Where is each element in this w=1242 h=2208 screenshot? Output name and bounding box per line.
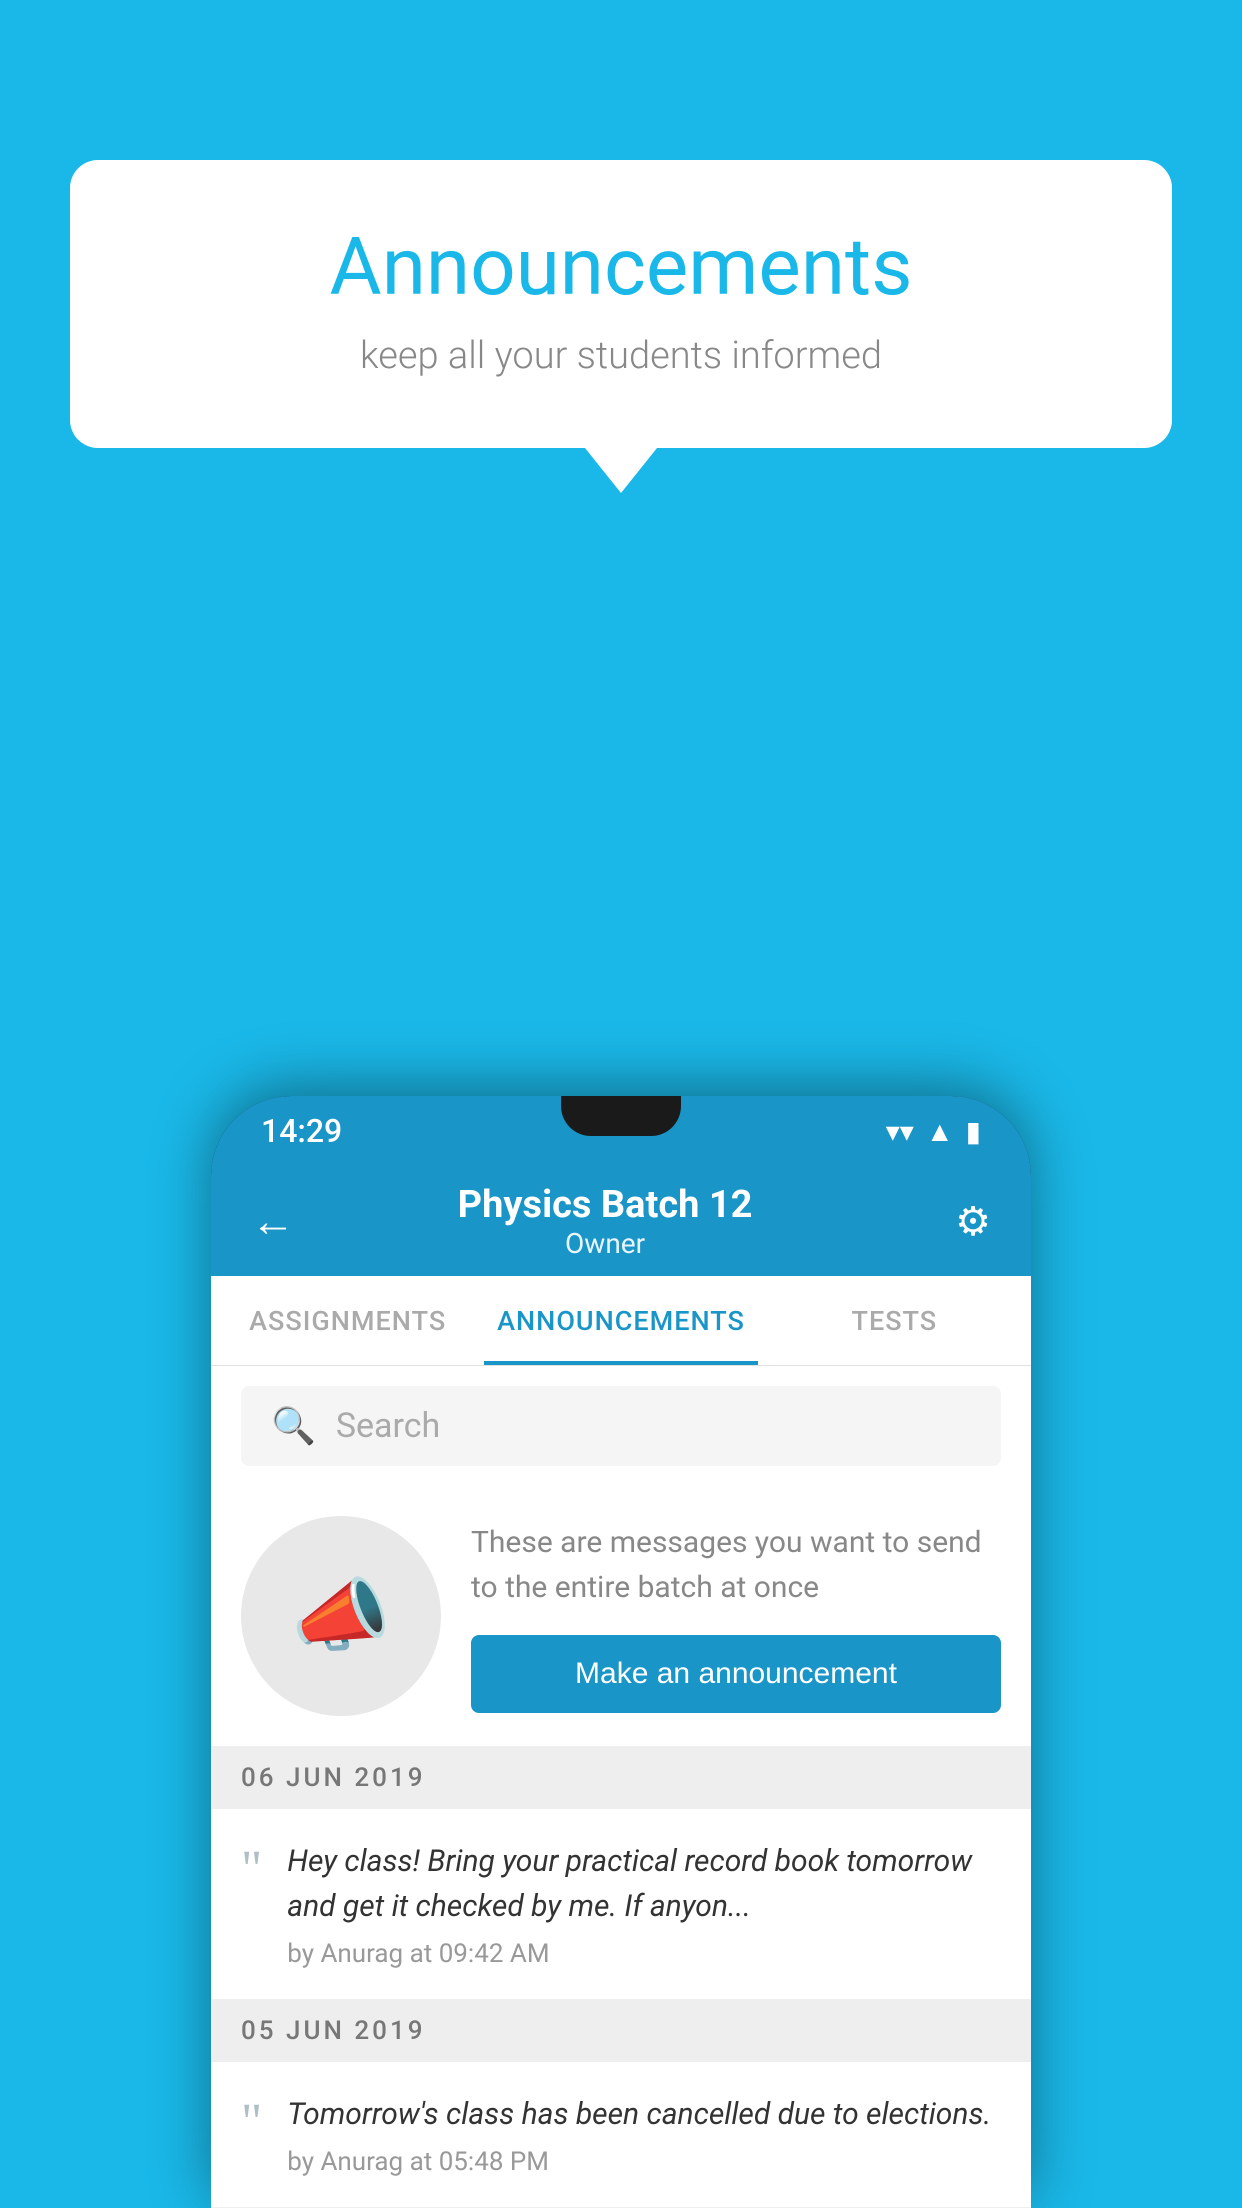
phone-frame: 14:29 ▾▾ ▲ ▮ ← Physics Batch 12 Owner ⚙ … bbox=[211, 1096, 1031, 2208]
quote-icon-1: " bbox=[241, 1844, 262, 1896]
wifi-icon: ▾▾ bbox=[886, 1115, 914, 1148]
app-bar: ← Physics Batch 12 Owner ⚙ bbox=[211, 1166, 1031, 1276]
content-area: 🔍 Search 📣 These are messages you want t… bbox=[211, 1366, 1031, 2208]
announcement-promo: 📣 These are messages you want to send to… bbox=[211, 1486, 1031, 1747]
announcement-text-1: Hey class! Bring your practical record b… bbox=[287, 1839, 1001, 1929]
speech-bubble-section: Announcements keep all your students inf… bbox=[70, 160, 1172, 448]
megaphone-icon: 📣 bbox=[291, 1569, 391, 1663]
tab-assignments[interactable]: ASSIGNMENTS bbox=[211, 1276, 484, 1365]
promo-description: These are messages you want to send to t… bbox=[471, 1520, 1001, 1610]
app-bar-title: Physics Batch 12 bbox=[315, 1183, 895, 1227]
app-bar-title-group: Physics Batch 12 Owner bbox=[315, 1183, 895, 1260]
announcement-meta-1: by Anurag at 09:42 AM bbox=[287, 1939, 1001, 1969]
tab-announcements[interactable]: ANNOUNCEMENTS bbox=[484, 1276, 757, 1365]
tab-bar: ASSIGNMENTS ANNOUNCEMENTS TESTS bbox=[211, 1276, 1031, 1366]
app-bar-subtitle: Owner bbox=[315, 1227, 895, 1260]
announcement-item-1: " Hey class! Bring your practical record… bbox=[211, 1809, 1031, 2000]
promo-right: These are messages you want to send to t… bbox=[471, 1520, 1001, 1713]
status-time: 14:29 bbox=[261, 1112, 342, 1150]
quote-icon-2: " bbox=[241, 2097, 262, 2149]
announcement-meta-2: by Anurag at 05:48 PM bbox=[287, 2147, 1001, 2177]
search-bar[interactable]: 🔍 Search bbox=[241, 1386, 1001, 1466]
promo-icon-circle: 📣 bbox=[241, 1516, 441, 1716]
notch bbox=[561, 1096, 681, 1136]
status-bar: 14:29 ▾▾ ▲ ▮ bbox=[211, 1096, 1031, 1166]
search-icon: 🔍 bbox=[271, 1405, 316, 1447]
speech-bubble: Announcements keep all your students inf… bbox=[70, 160, 1172, 448]
announcement-content-2: Tomorrow's class has been cancelled due … bbox=[287, 2092, 1001, 2177]
make-announcement-button[interactable]: Make an announcement bbox=[471, 1635, 1001, 1713]
date-divider-1: 06 JUN 2019 bbox=[211, 1747, 1031, 1809]
status-icons: ▾▾ ▲ ▮ bbox=[886, 1115, 981, 1148]
search-container: 🔍 Search bbox=[211, 1366, 1031, 1486]
announcement-content-1: Hey class! Bring your practical record b… bbox=[287, 1839, 1001, 1969]
search-placeholder: Search bbox=[336, 1406, 440, 1446]
battery-icon: ▮ bbox=[966, 1115, 981, 1148]
announcement-item-2: " Tomorrow's class has been cancelled du… bbox=[211, 2062, 1031, 2208]
bubble-subtitle: keep all your students informed bbox=[150, 334, 1092, 378]
settings-icon[interactable]: ⚙ bbox=[955, 1198, 991, 1245]
signal-icon: ▲ bbox=[926, 1115, 954, 1148]
bubble-title: Announcements bbox=[150, 220, 1092, 314]
back-button[interactable]: ← bbox=[251, 1195, 295, 1247]
date-divider-2: 05 JUN 2019 bbox=[211, 2000, 1031, 2062]
phone-wrapper: 14:29 ▾▾ ▲ ▮ ← Physics Batch 12 Owner ⚙ … bbox=[211, 1096, 1031, 2208]
tab-tests[interactable]: TESTS bbox=[758, 1276, 1031, 1365]
announcement-text-2: Tomorrow's class has been cancelled due … bbox=[287, 2092, 1001, 2137]
